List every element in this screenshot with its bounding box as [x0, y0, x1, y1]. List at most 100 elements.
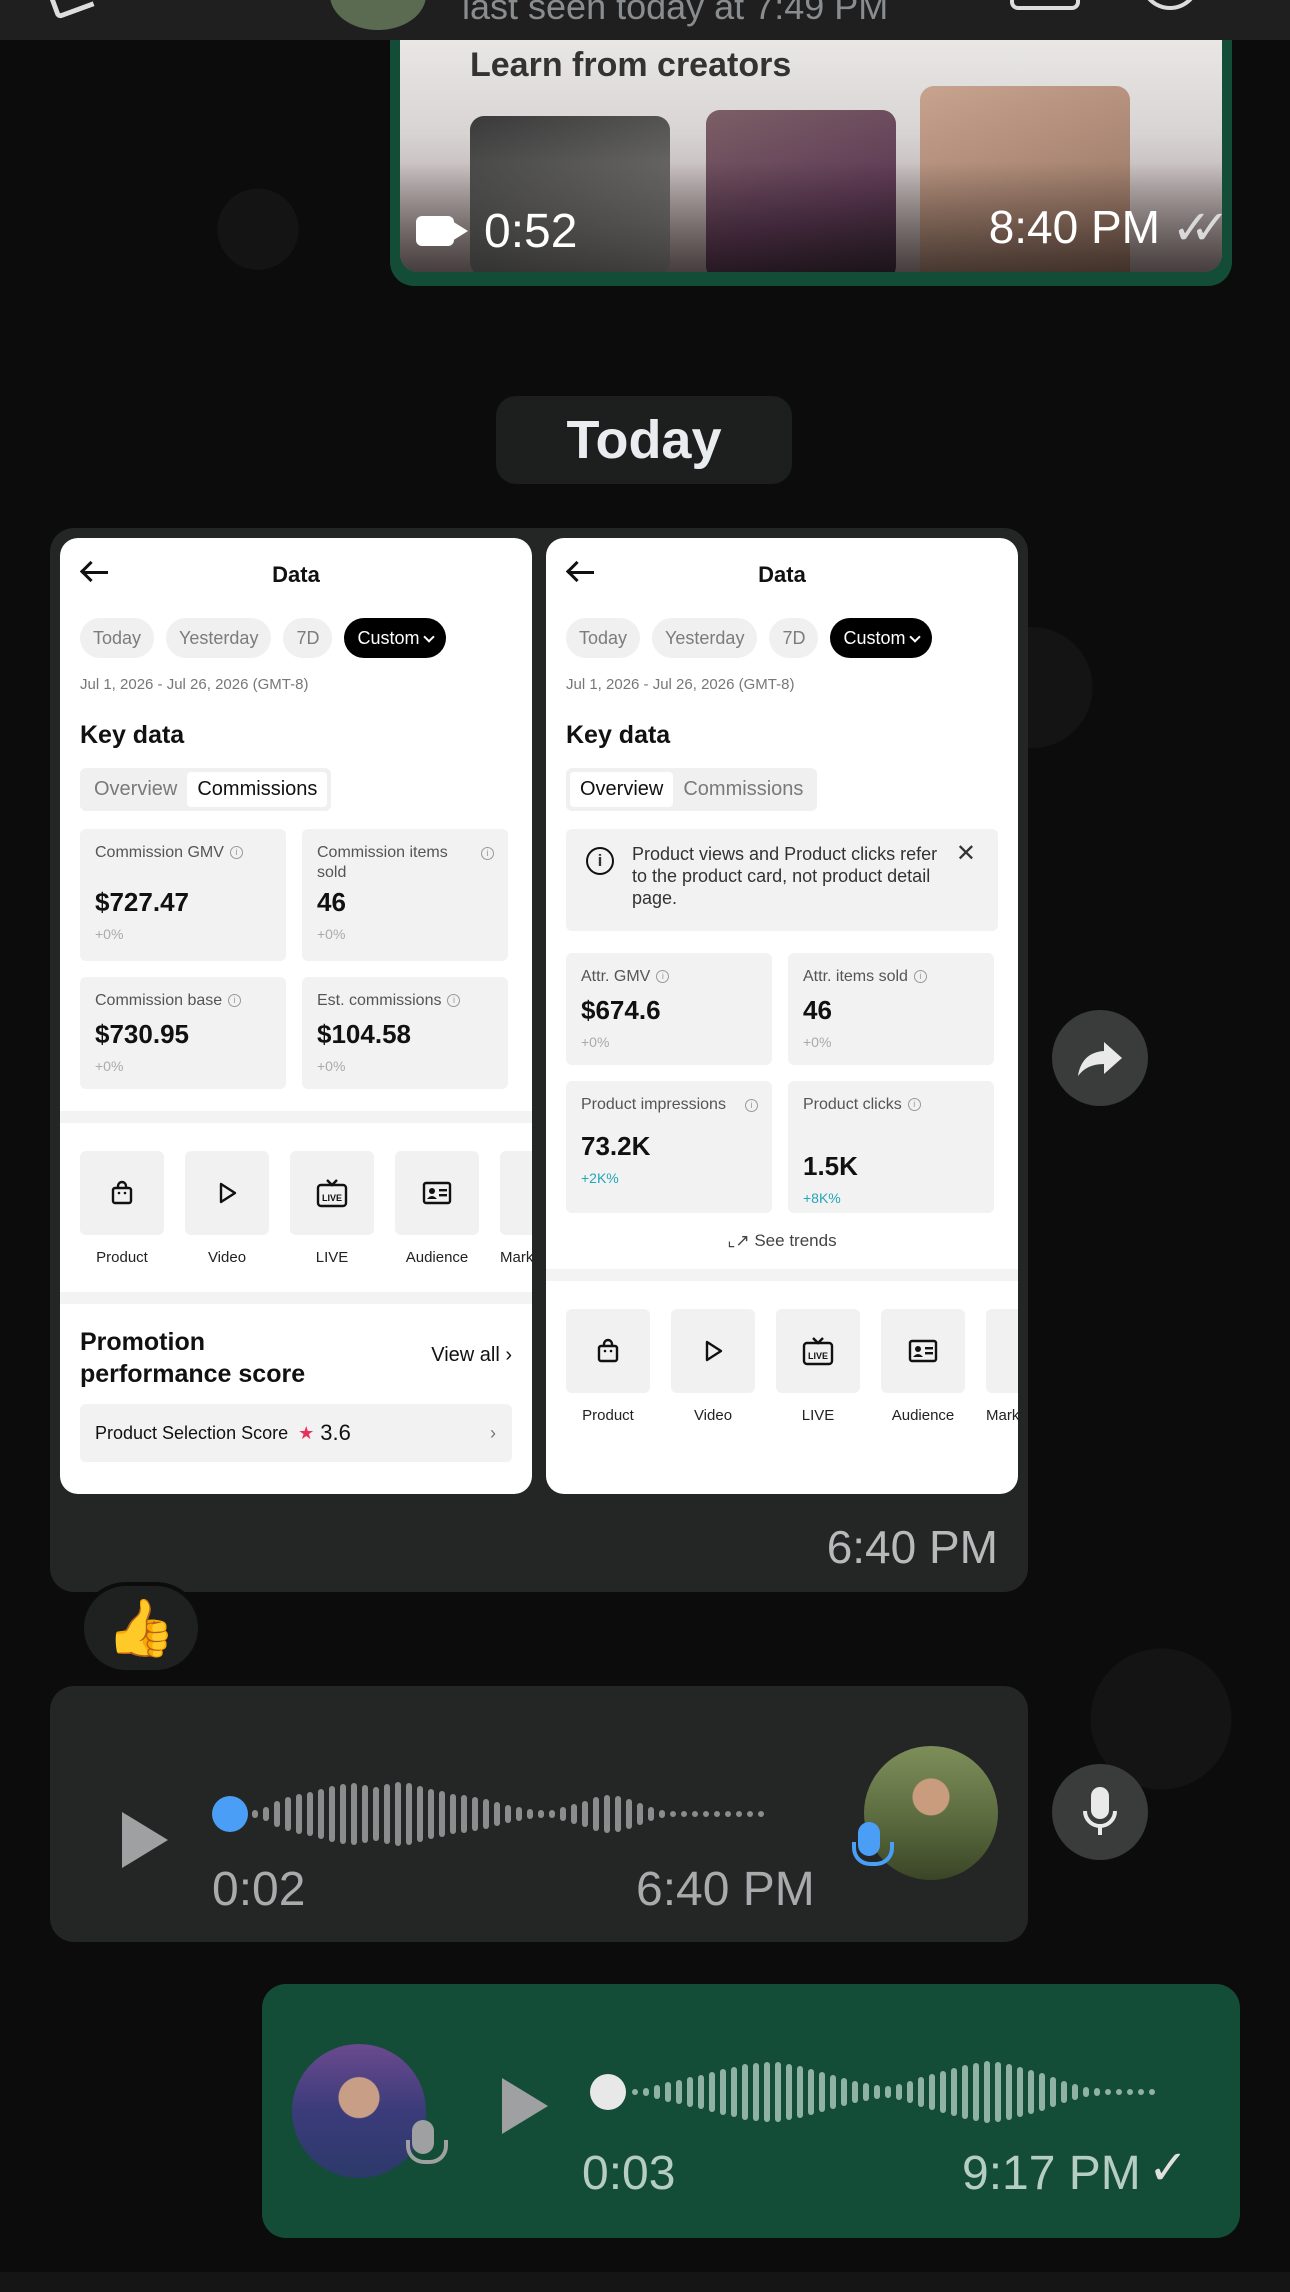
chip-7d: 7D [283, 618, 333, 658]
waveform-bar [665, 2082, 671, 2102]
id-card-icon [395, 1151, 479, 1235]
waveform-bar [742, 2064, 748, 2120]
waveform-bar [775, 2062, 781, 2122]
waveform-bar [604, 1795, 610, 1833]
metric-tile: Commission items sold i 46 +0% [302, 829, 508, 961]
forward-button[interactable] [1052, 1010, 1148, 1106]
waveform-bar [1127, 2089, 1133, 2095]
waveform-bar [417, 1786, 423, 1842]
chip-yesterday: Yesterday [652, 618, 758, 658]
incoming-image-album[interactable]: Data Today Yesterday 7D Custom Jul 1, 20… [50, 528, 1028, 1592]
tool-label: Audience [891, 1407, 955, 1424]
video-thumbnail[interactable]: Learn from creators 0:52 8:40 PM ✓✓ [400, 40, 1222, 272]
waveform-bar [874, 2085, 880, 2099]
waveform-bar [560, 1807, 566, 1821]
metric-tile: Attr. items sold i 46 +0% [788, 953, 994, 1065]
metric-delta: +0% [317, 1058, 346, 1074]
tool-label: Mark [500, 1249, 532, 1266]
live-tv-icon: LIVE [290, 1151, 374, 1235]
waveform-bar [527, 1809, 533, 1819]
date-range: Jul 1, 2026 - Jul 26, 2026 (GMT-8) [80, 676, 309, 693]
play-button[interactable] [122, 1812, 168, 1868]
record-voice-button[interactable] [1052, 1764, 1148, 1860]
playback-progress-handle[interactable] [590, 2074, 626, 2110]
back-arrow-icon[interactable] [45, 0, 95, 20]
waveform-bar [1105, 2089, 1111, 2095]
waveform-bar [654, 2085, 660, 2099]
microphone-icon [852, 1822, 894, 1866]
waveform-bar [263, 1807, 269, 1821]
metric-delta: +0% [95, 926, 124, 942]
svg-text:LIVE: LIVE [808, 1351, 828, 1361]
metric-label: Est. commissions [317, 992, 442, 1009]
metric-label: Attr. GMV [581, 968, 651, 985]
marketing-icon [986, 1309, 1018, 1393]
waveform-bar [929, 2074, 935, 2110]
waveform-bar [731, 2067, 737, 2117]
waveform-bar [329, 1786, 335, 1842]
svg-text:LIVE: LIVE [322, 1193, 342, 1203]
waveform-bar [962, 2065, 968, 2119]
waveform-bar [626, 1799, 632, 1829]
waveform-bar [841, 2078, 847, 2106]
waveform-bar [1138, 2089, 1144, 2095]
playback-progress-handle[interactable] [212, 1796, 248, 1832]
date-range: Jul 1, 2026 - Jul 26, 2026 (GMT-8) [566, 676, 795, 693]
info-icon: i [447, 994, 461, 1008]
waveform-bar [643, 2088, 649, 2096]
waveform-bar [1050, 2077, 1056, 2107]
id-card-icon [881, 1309, 965, 1393]
metric-delta: +8K% [803, 1190, 841, 1206]
info-notice: i Product views and Product clicks refer… [566, 829, 998, 931]
metric-label: Attr. items sold [803, 968, 908, 985]
message-time: 6:40 PM [826, 1521, 998, 1573]
waveform-bar [1039, 2073, 1045, 2111]
tool-label: Video [693, 1407, 733, 1424]
play-button[interactable] [502, 2078, 548, 2134]
waveform-bar [736, 1811, 742, 1817]
waveform-bar [483, 1799, 489, 1829]
outgoing-voice-message[interactable]: 0:03 9:17 PM ✓ [262, 1984, 1240, 2238]
waveform-bar [698, 2075, 704, 2109]
waveform-bar [648, 1807, 654, 1821]
voice-duration: 0:02 [212, 1863, 306, 1916]
info-icon: i [229, 846, 243, 860]
metric-delta: +0% [317, 926, 346, 942]
tool-label: Product [96, 1249, 148, 1266]
waveform-bar [797, 2066, 803, 2118]
waveform-bar [896, 2084, 902, 2100]
album-image-overview[interactable]: Data Today Yesterday 7D Custom Jul 1, 20… [546, 538, 1018, 1494]
key-data-heading: Key data [566, 721, 671, 749]
reaction-thumbs-up[interactable]: 👍 [80, 1582, 202, 1674]
sender-avatar[interactable] [292, 2044, 426, 2178]
waveform-bar [692, 1811, 698, 1817]
metric-delta: +2K% [581, 1170, 619, 1186]
info-icon: i [907, 1098, 921, 1112]
metric-tile: Est. commissions i $104.58 +0% [302, 977, 508, 1089]
voice-waveform[interactable] [252, 1776, 764, 1852]
info-icon: i [913, 970, 927, 984]
metric-value: 1.5K [803, 1151, 858, 1181]
screen-title: Data [272, 562, 320, 587]
video-call-icon[interactable] [1010, 0, 1080, 10]
outgoing-video-message[interactable]: Learn from creators 0:52 8:40 PM ✓✓ [390, 40, 1232, 286]
waveform-bar [373, 1787, 379, 1841]
last-seen-status: last seen today at 7:49 PM [462, 0, 889, 27]
waveform-bar [340, 1784, 346, 1844]
voice-waveform[interactable] [632, 2054, 1155, 2130]
album-image-commissions[interactable]: Data Today Yesterday 7D Custom Jul 1, 20… [60, 538, 532, 1494]
metric-delta: +0% [803, 1034, 832, 1050]
waveform-bar [687, 2077, 693, 2107]
incoming-voice-message[interactable]: 0:02 6:40 PM [50, 1686, 1028, 1942]
waveform-bar [285, 1797, 291, 1831]
metric-tile: Attr. GMV i $674.6 +0% [566, 953, 772, 1065]
waveform-bar [863, 2083, 869, 2101]
waveform-bar [973, 2063, 979, 2121]
waveform-bar [538, 1810, 544, 1818]
voice-call-icon[interactable] [1140, 0, 1200, 10]
contact-avatar[interactable] [330, 0, 426, 30]
metric-label: Commission items sold [317, 844, 448, 881]
metric-value: $104.58 [317, 1019, 411, 1049]
waveform-bar [758, 1811, 764, 1817]
waveform-bar [439, 1791, 445, 1837]
